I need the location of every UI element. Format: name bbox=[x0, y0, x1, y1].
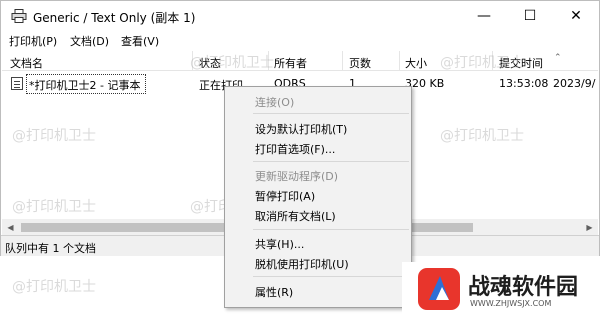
menu-bar: 打印机(P) 文档(D) 查看(V) bbox=[1, 31, 599, 51]
column-pages[interactable]: 页数 bbox=[349, 55, 371, 71]
title-bar[interactable]: Generic / Text Only (副本 1) — ☐ ✕ bbox=[1, 1, 599, 31]
close-icon: ✕ bbox=[570, 8, 582, 24]
menu-item-sharing[interactable]: 共享(H)... bbox=[255, 236, 304, 252]
menu-view[interactable]: 查看(V) bbox=[121, 33, 159, 49]
logo-icon bbox=[418, 268, 460, 310]
maximize-icon: ☐ bbox=[523, 8, 537, 24]
watermark: @打印机卫士 bbox=[12, 279, 96, 295]
menu-separator bbox=[253, 229, 409, 230]
watermark: @打印机卫士 bbox=[440, 128, 524, 144]
watermark: @打印机卫士 bbox=[12, 128, 96, 144]
document-icon bbox=[11, 77, 23, 90]
column-owner[interactable]: 所有者 bbox=[274, 55, 307, 71]
minimize-button[interactable]: — bbox=[461, 1, 507, 31]
menu-item-set-default[interactable]: 设为默认打印机(T) bbox=[255, 121, 347, 137]
maximize-button[interactable]: ☐ bbox=[507, 1, 553, 31]
minimize-icon: — bbox=[477, 8, 491, 24]
chevron-left-icon[interactable]: ◀ bbox=[2, 219, 19, 236]
watermark: @打印机卫士 bbox=[190, 55, 274, 71]
cell-time: 13:53:08 bbox=[499, 77, 549, 90]
printer-icon bbox=[11, 9, 27, 23]
watermark: @打印机卫士 bbox=[440, 55, 524, 71]
menu-printer[interactable]: 打印机(P) bbox=[9, 33, 57, 49]
menu-item-use-offline[interactable]: 脱机使用打印机(U) bbox=[255, 256, 349, 272]
cell-document-name: *打印机卫士2 - 记事本 bbox=[29, 79, 141, 92]
logo-url: WWW.ZHJWSJX.COM bbox=[470, 299, 552, 308]
context-menu: 连接(O) 设为默认打印机(T) 打印首选项(F)... 更新驱动程序(D) 暂… bbox=[224, 86, 412, 308]
menu-item-pause-printing[interactable]: 暂停打印(A) bbox=[255, 188, 315, 204]
menu-item-connect[interactable]: 连接(O) bbox=[255, 94, 294, 110]
window-title: Generic / Text Only (副本 1) bbox=[33, 11, 196, 25]
site-logo: 战魂软件园 WWW.ZHJWSJX.COM bbox=[402, 262, 600, 317]
column-document-name[interactable]: 文档名 bbox=[10, 55, 43, 71]
column-divider[interactable] bbox=[342, 51, 343, 71]
menu-item-preferences[interactable]: 打印首选项(F)... bbox=[255, 141, 335, 157]
column-divider[interactable] bbox=[399, 51, 400, 71]
menu-item-properties[interactable]: 属性(R) bbox=[255, 284, 293, 300]
logo-name: 战魂软件园 bbox=[468, 275, 579, 300]
menu-separator bbox=[253, 276, 409, 277]
queue-status-text: 队列中有 1 个文档 bbox=[5, 242, 96, 255]
sort-up-icon: ⌃ bbox=[554, 53, 562, 63]
chevron-right-icon[interactable]: ▶ bbox=[581, 219, 598, 236]
menu-separator bbox=[253, 113, 409, 114]
column-size[interactable]: 大小 bbox=[405, 55, 427, 71]
menu-document[interactable]: 文档(D) bbox=[70, 33, 109, 49]
menu-item-cancel-all[interactable]: 取消所有文档(L) bbox=[255, 208, 336, 224]
watermark: @打印机卫士 bbox=[12, 199, 96, 215]
close-button[interactable]: ✕ bbox=[553, 1, 599, 31]
menu-item-update-driver[interactable]: 更新驱动程序(D) bbox=[255, 168, 338, 184]
cell-date: 2023/9/ bbox=[553, 77, 596, 90]
menu-separator bbox=[253, 161, 409, 162]
